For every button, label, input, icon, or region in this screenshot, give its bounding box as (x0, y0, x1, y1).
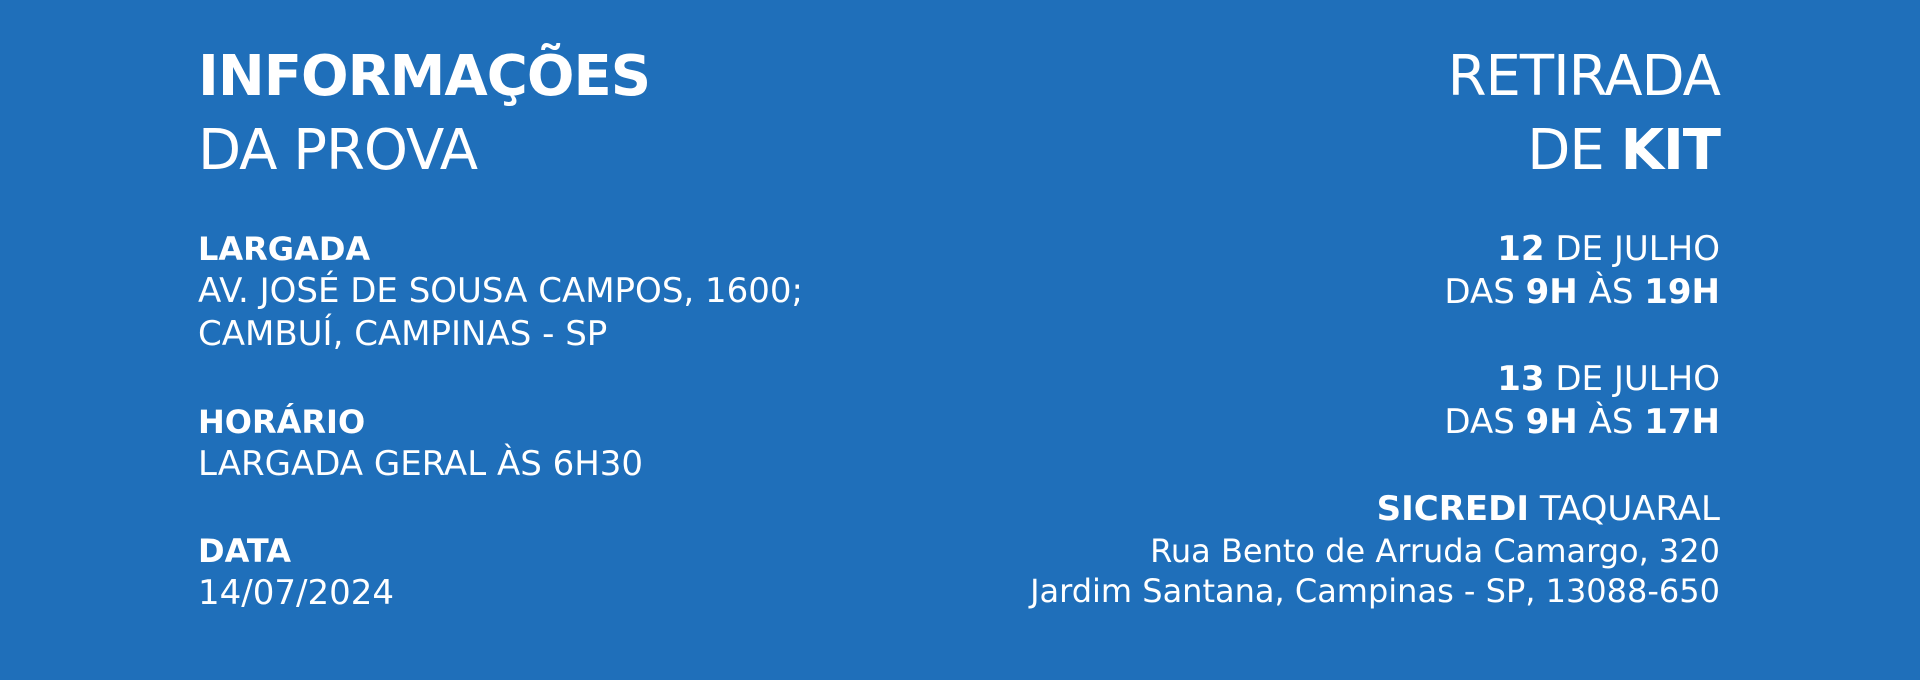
pickup-day2-month: DE JULHO (1555, 359, 1720, 399)
pickup-day2-date: 13 DE JULHO (1444, 358, 1720, 401)
start-address-line1: AV. JOSÉ DE SOUSA CAMPOS, 1600; (198, 271, 803, 311)
kit-pickup-title-line1: RETIRADA (1447, 44, 1721, 109)
pickup-day2-start: 9H (1525, 402, 1578, 442)
start-location-label: LARGADA (198, 230, 371, 268)
pickup-day2-hours: DAS 9H ÀS 17H (1444, 401, 1720, 444)
kit-pickup-title-line2: DE KIT (820, 114, 1721, 188)
pickup-day2-das: DAS (1444, 402, 1515, 442)
pickup-day2-end: 17H (1644, 402, 1720, 442)
start-time-label: HORÁRIO (198, 403, 366, 441)
pickup-location-name-light: TAQUARAL (1539, 489, 1720, 529)
race-date-label: DATA (198, 532, 291, 570)
start-address-line2: CAMBUÍ, CAMPINAS - SP (198, 314, 608, 354)
kit-pickup-column: RETIRADA DE KIT 12 DE JULHO DAS 9H ÀS 19… (820, 40, 1721, 610)
race-date-block: DATA 14/07/2024 (198, 530, 394, 615)
pickup-day1-das: DAS (1444, 272, 1515, 312)
pickup-location-street: Rua Bento de Arruda Camargo, 320 (1150, 532, 1720, 570)
pickup-location-city: Jardim Santana, Campinas - SP, 13088-650 (1030, 572, 1720, 610)
pickup-day1-hours: DAS 9H ÀS 19H (1444, 271, 1720, 314)
kit-pickup-title-de: DE (1527, 118, 1605, 183)
pickup-day2-block: 13 DE JULHO DAS 9H ÀS 17H (1444, 358, 1720, 444)
pickup-day1-block: 12 DE JULHO DAS 9H ÀS 19H (1444, 228, 1720, 314)
pickup-day1-day: 12 (1497, 229, 1545, 269)
pickup-day1-start: 9H (1525, 272, 1578, 312)
pickup-day1-end: 19H (1644, 272, 1720, 312)
start-location-block: LARGADA AV. JOSÉ DE SOUSA CAMPOS, 1600; … (198, 228, 803, 356)
pickup-day2-day: 13 (1497, 359, 1545, 399)
race-date-value: 14/07/2024 (198, 573, 394, 613)
pickup-location-name: SICREDI TAQUARAL (1030, 488, 1720, 531)
pickup-location-block: SICREDI TAQUARAL Rua Bento de Arruda Cam… (1030, 488, 1720, 611)
pickup-day2-as: ÀS (1588, 402, 1634, 442)
pickup-day1-as: ÀS (1588, 272, 1634, 312)
pickup-day1-month: DE JULHO (1555, 229, 1720, 269)
pickup-day1-date: 12 DE JULHO (1444, 228, 1720, 271)
event-info-banner: INFORMAÇÕES DA PROVA LARGADA AV. JOSÉ DE… (0, 0, 1920, 680)
start-time-value: LARGADA GERAL ÀS 6H30 (198, 444, 644, 484)
start-time-block: HORÁRIO LARGADA GERAL ÀS 6H30 (198, 401, 643, 486)
kit-pickup-title-kit: KIT (1620, 118, 1721, 183)
kit-pickup-heading: RETIRADA DE KIT (820, 40, 1721, 188)
pickup-location-name-bold: SICREDI (1376, 489, 1530, 529)
